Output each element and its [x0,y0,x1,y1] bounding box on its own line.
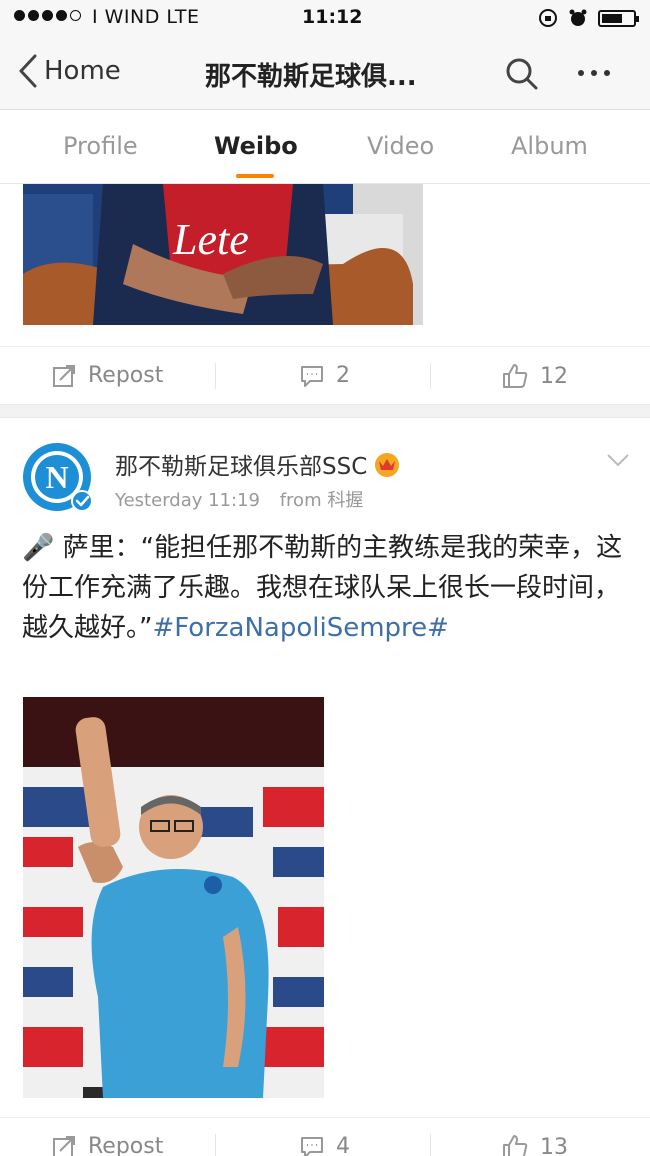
post-actions: Repost 4 13 [0,1117,650,1156]
comment-button[interactable]: 2 [300,363,350,388]
post-meta: Yesterday 11:19 from 科握 [115,486,363,512]
back-label: Home [44,56,121,86]
carrier-label: I WIND LTE [92,6,200,28]
battery-icon [598,9,639,27]
post-menu-button[interactable] [606,452,630,471]
chevron-down-icon [607,454,629,467]
post-timestamp: Yesterday 11:19 [115,490,260,511]
comment-icon [301,365,323,387]
post-image[interactable] [23,697,324,1098]
like-button[interactable]: 13 [502,1134,568,1156]
tab-profile[interactable]: Profile [63,132,138,160]
status-bar: I WIND LTE 11:12 [0,0,650,36]
comment-count: 2 [336,363,350,388]
post-actions: Repost 2 12 [0,346,650,404]
like-button[interactable]: 12 [502,363,568,389]
tab-weibo[interactable]: Weibo [214,132,298,160]
author-name: 那不勒斯足球俱乐部SSC [115,454,368,480]
hashtag-link[interactable]: #ForzaNapoliSempre# [152,613,448,643]
divider [430,1134,431,1156]
divider [430,363,431,389]
active-tab-indicator [236,174,274,178]
avatar[interactable]: N [22,442,93,512]
more-options-button[interactable] [578,70,610,76]
search-icon [506,58,538,90]
like-count: 13 [540,1134,568,1156]
search-button[interactable] [504,56,540,96]
comment-icon [301,1136,323,1156]
tab-album[interactable]: Album [511,132,588,160]
back-button[interactable]: Home [18,54,121,88]
orientation-lock-icon [539,9,557,27]
tab-video[interactable]: Video [367,132,434,160]
repost-button[interactable]: Repost [52,1134,163,1156]
profile-tabs: Profile Weibo Video Album [0,110,650,184]
post-text: 🎤 萨里：“能担任那不勒斯的主教练是我的荣幸，这份工作充满了乐趣。我想在球队呆上… [22,528,632,648]
like-count: 12 [540,363,568,389]
post-image[interactable]: Lete [23,184,423,325]
repost-icon [53,1135,75,1156]
post-source: from 科握 [279,490,364,511]
post-separator [0,404,650,418]
comment-button[interactable]: 4 [300,1134,350,1156]
svg-text:Lete: Lete [172,215,249,264]
repost-label: Repost [88,1134,164,1156]
divider [215,363,216,389]
divider [215,1134,216,1156]
page-title: 那不勒斯足球俱... [205,62,417,92]
repost-label: Repost [88,363,164,388]
thumbs-up-icon [503,364,528,388]
comment-count: 4 [336,1134,350,1156]
status-time: 11:12 [302,6,363,28]
thumbs-up-icon [503,1135,528,1156]
repost-button[interactable]: Repost [52,363,163,388]
post-author[interactable]: 那不勒斯足球俱乐部SSC [115,447,401,481]
svg-text:N: N [45,459,68,495]
alarm-icon [569,9,587,26]
nav-bar: Home 那不勒斯足球俱... [0,36,650,110]
signal-strength-icon [14,10,81,21]
vip-crown-icon [375,453,400,477]
repost-icon [53,364,75,387]
chevron-left-icon [19,54,37,88]
